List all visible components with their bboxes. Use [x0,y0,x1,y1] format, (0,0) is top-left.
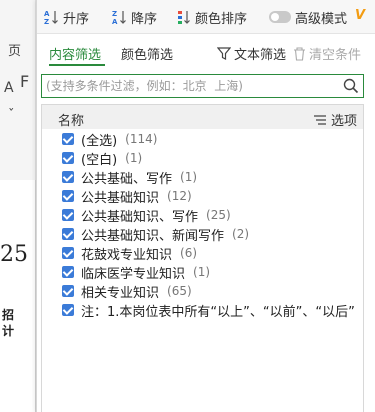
item-label: 注：1.本岗位表中所有“以上”、“以前”、“以后” [81,304,355,320]
trash-icon [294,46,305,61]
checkbox[interactable] [62,209,74,221]
search-icon[interactable] [343,78,359,94]
list-item[interactable]: 公共基础、写作 (1) [62,168,198,187]
active-tab-indicator [49,64,105,66]
checkbox[interactable] [62,133,74,145]
sort-ascending-icon: A Z [44,10,58,25]
item-label: 临床医学专业知识 [81,266,186,282]
item-label: 公共基础、写作 [81,171,173,187]
name-column-header: 名称 [58,114,85,129]
list-item[interactable]: 相关专业知识 (65) [62,282,192,301]
list-item[interactable]: 临床医学专业知识 (1) [62,263,211,282]
item-count: (114) [125,132,158,146]
search-box [41,74,364,98]
text-filter-button[interactable]: 文本筛选 [217,44,286,63]
text-filter-label: 文本筛选 [234,48,287,63]
list-item[interactable]: 注：1.本岗位表中所有“以上”、“以前”、“以后” [62,301,363,320]
options-label: 选项 [330,114,357,129]
svg-text:A: A [112,18,118,25]
item-count: (65) [167,284,192,298]
list-item[interactable]: (空白) (1) [62,149,143,168]
svg-text:Z: Z [112,10,117,18]
ribbon-text-fragment: ˇ [8,108,15,123]
options-button[interactable]: 选项 [313,110,357,129]
clear-conditions-button[interactable]: 清空条件 [293,44,361,63]
item-label: 相关专业知识 [81,285,160,301]
list-item[interactable]: 公共基础知识、写作 (25) [62,206,231,225]
checkbox[interactable] [62,190,74,202]
list-item[interactable]: (全选) (114) [62,130,158,149]
list-item[interactable]: 公共基础知识、新闻写作 (2) [62,225,250,244]
checkbox[interactable] [62,152,74,164]
checkbox[interactable] [62,247,74,259]
funnel-icon [217,46,231,60]
item-label: (空白) [81,152,118,168]
item-label: 公共基础知识、写作 [81,209,199,225]
vip-icon: V [355,8,366,23]
item-count: (1) [125,151,143,165]
ribbon-text-fragment: 页 [8,44,22,59]
filter-panel: A Z 升序 Z A 降序 颜色排序 高级模式 V 内容筛选 颜色筛选 文本筛选… [36,0,375,412]
item-count: (12) [167,189,192,203]
advanced-mode-label: 高级模式 [295,12,348,27]
filter-tabs: 内容筛选 颜色筛选 文本筛选 清空条件 [37,34,375,70]
sort-toolbar: A Z 升序 Z A 降序 颜色排序 高级模式 V [37,0,375,34]
item-label: 公共基础知识 [81,190,160,206]
sort-ascending-label: 升序 [63,11,90,27]
svg-text:Z: Z [44,18,49,25]
cell-text-fragment: 计 [2,324,15,338]
tab-color-filter[interactable]: 颜色筛选 [121,44,173,63]
sort-descending-label: 降序 [131,11,158,27]
item-label: 公共基础知识、新闻写作 [81,228,225,244]
color-sort-label: 颜色排序 [195,11,248,27]
sheet-fragment [0,180,36,412]
list-header: 名称 选项 [42,105,363,129]
item-label: 花鼓戏专业知识 [81,247,173,263]
options-lines-icon [313,114,326,125]
item-count: (25) [206,208,231,222]
clear-conditions-label: 清空条件 [309,48,362,63]
checkbox[interactable] [62,171,74,183]
item-count: (6) [180,246,198,260]
checkbox[interactable] [62,285,74,297]
tab-content-filter[interactable]: 内容筛选 [49,44,101,63]
sort-descending-icon: Z A [112,10,126,25]
filter-value-list: 名称 选项 (全选) (114) (空白) (1) 公共基础、写作 (1) 公共… [41,104,364,412]
checkbox[interactable] [62,266,74,278]
item-count: (1) [180,170,198,184]
sort-descending-button[interactable]: Z A 降序 [111,8,158,27]
ribbon-text-fragment: A [4,80,14,96]
cell-text-fragment: 招 [2,308,15,322]
search-input[interactable] [46,78,336,94]
checkbox[interactable] [62,228,74,240]
cell-text-fragment: 25 [0,242,28,267]
item-count: (1) [193,265,211,279]
advanced-mode-toggle[interactable] [269,11,291,23]
sort-ascending-button[interactable]: A Z 升序 [43,8,90,27]
ribbon-text-fragment: F [20,72,30,91]
color-sort-button[interactable]: 颜色排序 [177,8,248,27]
list-item[interactable]: 花鼓戏专业知识 (6) [62,244,198,263]
item-label: (全选) [81,133,118,149]
checkbox[interactable] [62,304,74,316]
color-sort-icon [178,11,190,24]
list-item[interactable]: 公共基础知识 (12) [62,187,192,206]
item-count: (2) [232,227,250,241]
svg-text:A: A [44,10,50,18]
